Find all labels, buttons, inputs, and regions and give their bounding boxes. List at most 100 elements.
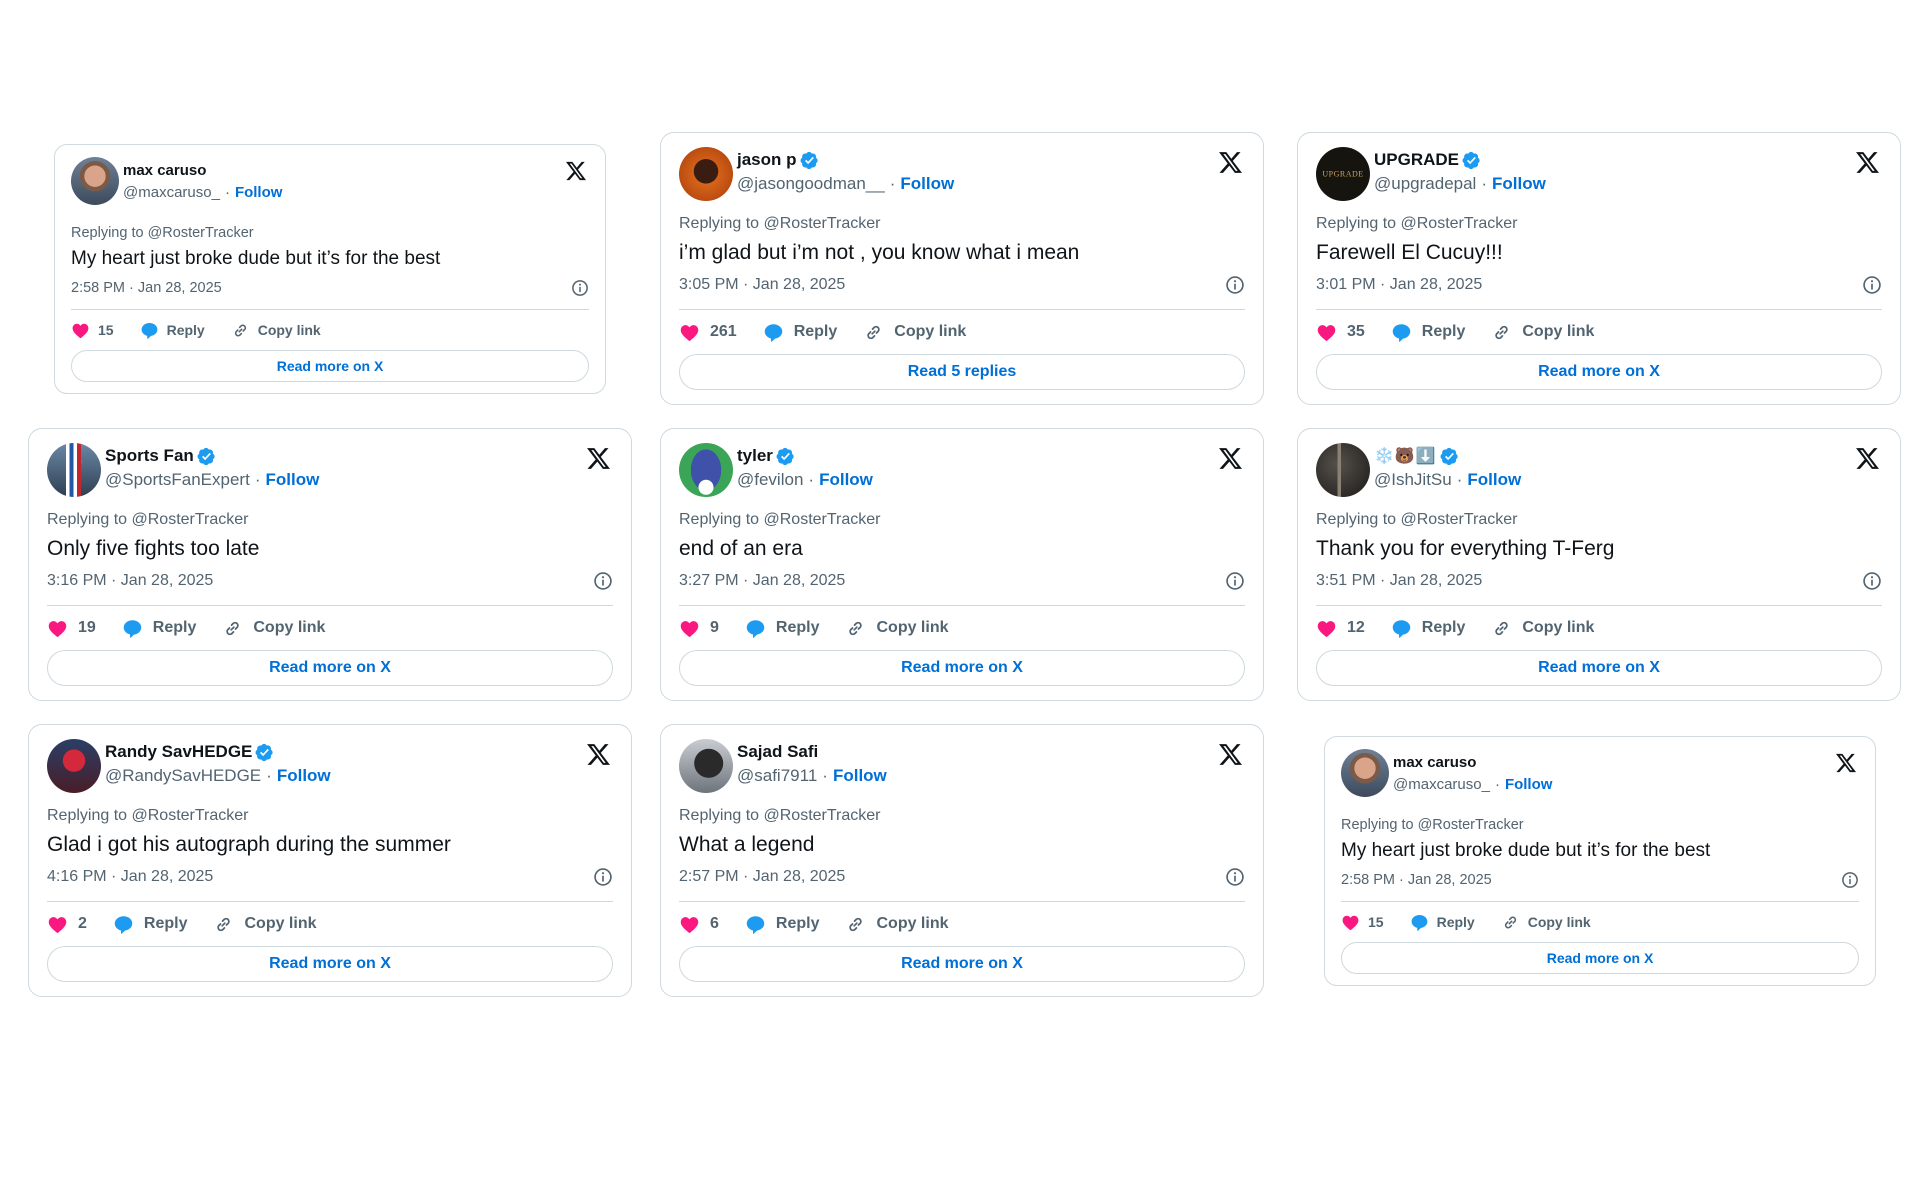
tweet-timestamp[interactable]: 3:51 PM · Jan 28, 2025 <box>1316 572 1482 590</box>
author-handle[interactable]: @IshJitSu <box>1374 470 1452 490</box>
author-handle[interactable]: @maxcaruso_ <box>123 184 220 201</box>
read-more-button[interactable]: Read more on X <box>1316 650 1882 686</box>
follow-button[interactable]: Follow <box>1492 174 1546 194</box>
x-logo-icon[interactable] <box>586 447 611 470</box>
info-icon[interactable] <box>571 279 589 297</box>
copy-link-button[interactable]: Copy link <box>213 914 317 935</box>
avatar-photo-athlete[interactable] <box>47 443 101 497</box>
avatar-photo-man[interactable] <box>71 157 119 205</box>
read-more-button[interactable]: Read more on X <box>1341 942 1859 974</box>
reply-button[interactable]: Reply <box>1391 322 1465 343</box>
author-name[interactable]: Sports Fan <box>105 446 194 466</box>
read-more-button[interactable]: Read more on X <box>71 350 589 382</box>
reply-button[interactable]: Reply <box>763 322 837 343</box>
x-logo-icon[interactable] <box>1218 151 1243 174</box>
info-icon[interactable] <box>593 867 613 887</box>
x-logo-icon[interactable] <box>565 161 587 181</box>
info-icon[interactable] <box>1225 571 1245 591</box>
replying-to[interactable]: Replying to @RosterTracker <box>1316 215 1882 233</box>
follow-button[interactable]: Follow <box>819 470 873 490</box>
tweet-timestamp[interactable]: 4:16 PM · Jan 28, 2025 <box>47 868 213 886</box>
author-handle[interactable]: @maxcaruso_ <box>1393 776 1490 793</box>
like-button[interactable]: 35 <box>1316 322 1365 343</box>
info-icon[interactable] <box>1862 571 1882 591</box>
author-handle[interactable]: @fevilon <box>737 470 803 490</box>
tweet-timestamp[interactable]: 2:58 PM · Jan 28, 2025 <box>71 280 222 296</box>
avatar-photo-man[interactable] <box>1341 749 1389 797</box>
tweet-timestamp[interactable]: 3:27 PM · Jan 28, 2025 <box>679 572 845 590</box>
like-button[interactable]: 15 <box>1341 913 1384 932</box>
author-handle[interactable]: @jasongoodman__ <box>737 174 885 194</box>
like-button[interactable]: 12 <box>1316 618 1365 639</box>
copy-link-button[interactable]: Copy link <box>845 618 949 639</box>
read-more-button[interactable]: Read more on X <box>679 946 1245 982</box>
replying-to[interactable]: Replying to @RosterTracker <box>47 511 613 529</box>
like-button[interactable]: 2 <box>47 914 87 935</box>
author-name[interactable]: max caruso <box>123 162 206 179</box>
reply-button[interactable]: Reply <box>122 618 196 639</box>
replying-to[interactable]: Replying to @RosterTracker <box>679 511 1245 529</box>
author-handle[interactable]: @SportsFanExpert <box>105 470 250 490</box>
info-icon[interactable] <box>1862 275 1882 295</box>
author-handle[interactable]: @upgradepal <box>1374 174 1476 194</box>
author-name[interactable]: jason p <box>737 150 797 170</box>
reply-button[interactable]: Reply <box>745 618 819 639</box>
tweet-timestamp[interactable]: 3:05 PM · Jan 28, 2025 <box>679 276 845 294</box>
read-more-button[interactable]: Read more on X <box>679 650 1245 686</box>
info-icon[interactable] <box>1225 867 1245 887</box>
x-logo-icon[interactable] <box>1218 743 1243 766</box>
info-icon[interactable] <box>1225 275 1245 295</box>
author-name[interactable]: ❄️🐻⬇️ <box>1374 446 1437 466</box>
follow-button[interactable]: Follow <box>235 184 283 201</box>
replying-to[interactable]: Replying to @RosterTracker <box>679 215 1245 233</box>
copy-link-button[interactable]: Copy link <box>1491 618 1594 639</box>
follow-button[interactable]: Follow <box>833 766 887 786</box>
avatar-photo-dark[interactable] <box>1316 443 1370 497</box>
follow-button[interactable]: Follow <box>1467 470 1521 490</box>
replying-to[interactable]: Replying to @RosterTracker <box>1316 511 1882 529</box>
author-handle[interactable]: @safi7911 <box>737 766 817 786</box>
author-name[interactable]: tyler <box>737 446 773 466</box>
tweet-timestamp[interactable]: 3:16 PM · Jan 28, 2025 <box>47 572 213 590</box>
info-icon[interactable] <box>1841 871 1859 889</box>
tweet-timestamp[interactable]: 3:01 PM · Jan 28, 2025 <box>1316 276 1482 294</box>
read-more-button[interactable]: Read more on X <box>1316 354 1882 390</box>
follow-button[interactable]: Follow <box>266 470 320 490</box>
author-name[interactable]: Sajad Safi <box>737 742 818 762</box>
author-handle[interactable]: @RandySavHEDGE <box>105 766 261 786</box>
copy-link-button[interactable]: Copy link <box>231 321 321 340</box>
follow-button[interactable]: Follow <box>277 766 331 786</box>
like-button[interactable]: 261 <box>679 322 737 343</box>
author-name[interactable]: UPGRADE <box>1374 150 1459 170</box>
reply-button[interactable]: Reply <box>140 321 205 340</box>
copy-link-button[interactable]: Copy link <box>1501 913 1591 932</box>
x-logo-icon[interactable] <box>1855 151 1880 174</box>
copy-link-button[interactable]: Copy link <box>222 618 325 639</box>
avatar-photo-orange[interactable] <box>679 147 733 201</box>
copy-link-button[interactable]: Copy link <box>863 322 966 343</box>
replying-to[interactable]: Replying to @RosterTracker <box>71 225 589 241</box>
author-name[interactable]: max caruso <box>1393 754 1476 771</box>
x-logo-icon[interactable] <box>1835 753 1857 773</box>
avatar-cartoon-green[interactable] <box>679 443 733 497</box>
like-button[interactable]: 6 <box>679 914 719 935</box>
reply-button[interactable]: Reply <box>113 914 187 935</box>
copy-link-button[interactable]: Copy link <box>845 914 949 935</box>
info-icon[interactable] <box>593 571 613 591</box>
like-button[interactable]: 15 <box>71 321 114 340</box>
avatar-photo-gray[interactable] <box>679 739 733 793</box>
tweet-timestamp[interactable]: 2:58 PM · Jan 28, 2025 <box>1341 872 1492 888</box>
author-name[interactable]: Randy SavHEDGE <box>105 742 252 762</box>
reply-button[interactable]: Reply <box>1391 618 1465 639</box>
x-logo-icon[interactable] <box>586 743 611 766</box>
replying-to[interactable]: Replying to @RosterTracker <box>679 807 1245 825</box>
follow-button[interactable]: Follow <box>1505 776 1553 793</box>
copy-link-button[interactable]: Copy link <box>1491 322 1594 343</box>
read-more-button[interactable]: Read more on X <box>47 946 613 982</box>
avatar-logo-upgrade[interactable]: UPGRADE <box>1316 147 1370 201</box>
follow-button[interactable]: Follow <box>900 174 954 194</box>
x-logo-icon[interactable] <box>1218 447 1243 470</box>
read-more-button[interactable]: Read 5 replies <box>679 354 1245 390</box>
tweet-timestamp[interactable]: 2:57 PM · Jan 28, 2025 <box>679 868 845 886</box>
reply-button[interactable]: Reply <box>745 914 819 935</box>
